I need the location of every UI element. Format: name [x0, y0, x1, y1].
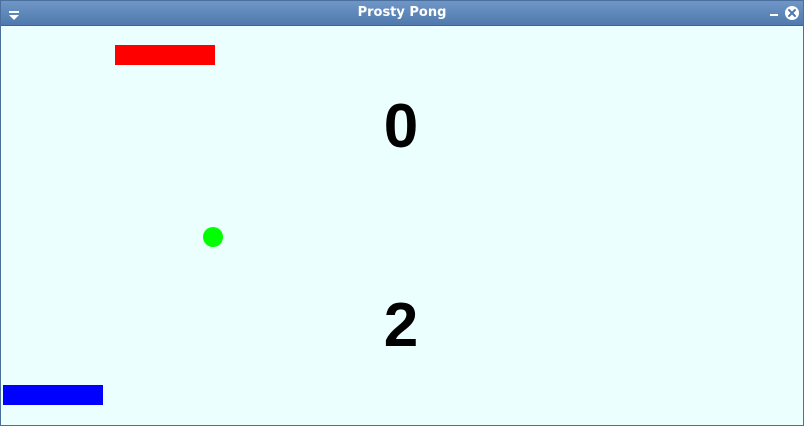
- top-score: 0: [383, 92, 419, 161]
- window-title: Prosty Pong: [357, 5, 447, 20]
- top-paddle: [115, 45, 215, 65]
- game-window: Prosty Pong 0 2: [0, 0, 804, 426]
- game-canvas[interactable]: 0 2: [1, 26, 803, 425]
- close-icon[interactable]: [784, 5, 800, 21]
- ball: [203, 227, 223, 247]
- minimize-icon[interactable]: [767, 6, 781, 20]
- title-bar[interactable]: Prosty Pong: [1, 1, 803, 26]
- bottom-score: 2: [383, 291, 419, 360]
- bottom-paddle: [3, 385, 103, 405]
